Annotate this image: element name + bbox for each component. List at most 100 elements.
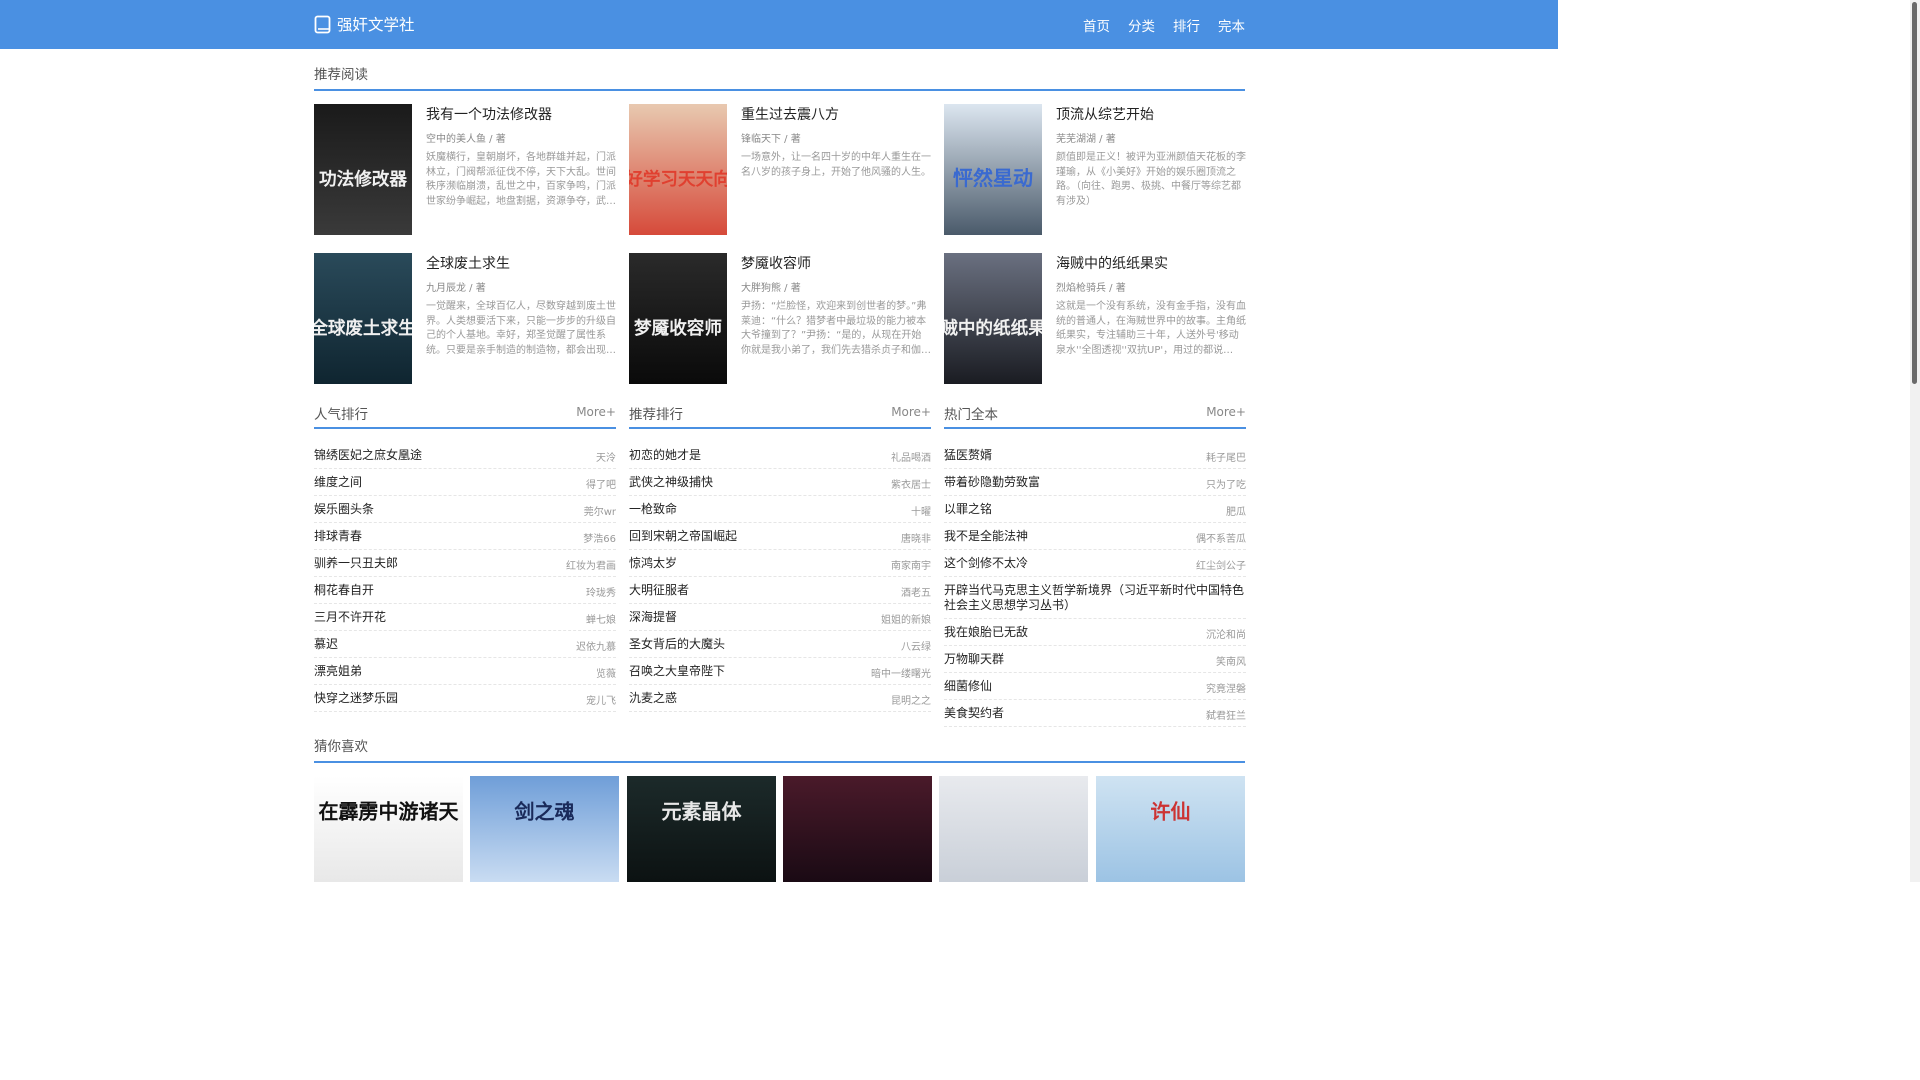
list-item[interactable]: 桐花春自开 玲珑秀 [314, 577, 616, 604]
list-item[interactable]: 回到宋朝之帝国崛起 唐晓非 [629, 523, 931, 550]
list-item[interactable]: 猛医赘婿 耗子尾巴 [944, 442, 1246, 469]
list-item-title[interactable]: 排球青春 [314, 529, 556, 544]
guess-book-cover[interactable] [783, 776, 932, 882]
list-item-title[interactable]: 武侠之神级捕快 [629, 475, 871, 490]
list-item-title[interactable]: 猛医赘婿 [944, 448, 1186, 463]
recommend-book-card[interactable]: 梦魇收容师 梦魇收容师 大胖狗熊 / 著尹扬：“烂脸怪，欢迎来到创世者的梦。”弗莱迪… [629, 253, 931, 385]
book-cover[interactable]: 好好学习天天向上 [629, 104, 727, 235]
book-title[interactable]: 梦魇收容师 [741, 253, 811, 273]
completed-more-link[interactable]: More+ [1206, 405, 1246, 419]
list-item[interactable]: 武侠之神级捕快 紫衣居士 [629, 469, 931, 496]
nav-category[interactable]: 分类 [1128, 15, 1155, 35]
list-item-title[interactable]: 我在娘胎已无敌 [944, 625, 1186, 640]
list-item-title[interactable]: 以罪之铭 [944, 502, 1186, 517]
list-item-title[interactable]: 三月不许开花 [314, 610, 556, 625]
book-cover[interactable]: 怦然星动 [944, 104, 1042, 235]
recommend-book-card[interactable]: 全球废土求生 全球废土求生 九月辰龙 / 著一觉醒来，全球百亿人，尽数穿越到废土世界… [314, 253, 616, 385]
list-item-title[interactable]: 开辟当代马克思主义哲学新境界（习近平新时代中国特色社会主义思想学习丛书） [944, 583, 1246, 613]
list-item-title[interactable]: 深海提督 [629, 610, 871, 625]
list-item-title[interactable]: 维度之间 [314, 475, 556, 490]
list-item[interactable]: 慕迟 迟依九慕 [314, 631, 616, 658]
list-item-title[interactable]: 召唤之大皇帝陛下 [629, 664, 871, 679]
scrollbar-thumb[interactable] [1912, 2, 1917, 384]
list-item[interactable]: 漂亮姐弟 览薇 [314, 658, 616, 685]
list-item[interactable]: 惊鸿太岁 南家南宇 [629, 550, 931, 577]
book-cover[interactable]: 海贼中的纸纸果实 [944, 253, 1042, 384]
page-scrollbar[interactable] [1910, 0, 1920, 882]
recommend-book-card[interactable]: 怦然星动 顶流从综艺开始 芜芜湖湖 / 著颜值即是正义！被评为亚洲颜值天花板的李瑾瑜… [944, 104, 1246, 236]
list-item[interactable]: 深海提督 姐姐的新娘 [629, 604, 931, 631]
site-brand[interactable]: 强奸文学社 [314, 13, 415, 35]
recommend-book-card[interactable]: 功法修改器 我有一个功法修改器 空中的美人鱼 / 著妖魔横行，皇朝崩坏，各地群雄并起… [314, 104, 616, 236]
list-item-title[interactable]: 快穿之迷梦乐园 [314, 691, 556, 706]
book-cover[interactable]: 梦魇收容师 [629, 253, 727, 384]
guess-book-cover[interactable]: 许仙 [1096, 776, 1245, 882]
list-item-title[interactable]: 氿麦之惑 [629, 691, 871, 706]
book-title[interactable]: 顶流从综艺开始 [1056, 104, 1154, 124]
list-item[interactable]: 这个剑修不太冷 红尘剑公子 [944, 550, 1246, 577]
book-cover[interactable]: 功法修改器 [314, 104, 412, 235]
list-item[interactable]: 锦绣医妃之庶女凰途 天泠 [314, 442, 616, 469]
list-item-title[interactable]: 大明征服者 [629, 583, 871, 598]
list-item[interactable]: 氿麦之惑 昆明之之 [629, 685, 931, 712]
nav-ranking[interactable]: 排行 [1173, 15, 1200, 35]
list-item-title[interactable]: 回到宋朝之帝国崛起 [629, 529, 871, 544]
list-item[interactable]: 我在娘胎已无敌 沉沦和尚 [944, 619, 1246, 646]
list-item-author: 八云绿 [901, 642, 931, 653]
book-title[interactable]: 海贼中的纸纸果实 [1056, 253, 1168, 273]
book-cover[interactable]: 全球废土求生 [314, 253, 412, 384]
list-item[interactable]: 召唤之大皇帝陛下 暗中一缕曙光 [629, 658, 931, 685]
book-title[interactable]: 全球废土求生 [426, 253, 510, 273]
list-item-author: 迟依九慕 [576, 642, 616, 653]
list-item-title[interactable]: 一枪致命 [629, 502, 871, 517]
list-item[interactable]: 带着砂隐勤劳致富 只为了吃 [944, 469, 1246, 496]
list-item[interactable]: 开辟当代马克思主义哲学新境界（习近平新时代中国特色社会主义思想学习丛书） [944, 577, 1246, 619]
list-item-title[interactable]: 锦绣医妃之庶女凰途 [314, 448, 556, 463]
list-item-author: 偶不系苦瓜 [1196, 534, 1246, 545]
guess-book-cover[interactable]: 剑之魂 [470, 776, 619, 882]
svg-text:剑之魂: 剑之魂 [514, 799, 575, 823]
list-item[interactable]: 大明征服者 酒老五 [629, 577, 931, 604]
book-title[interactable]: 重生过去震八方 [741, 104, 839, 124]
list-item[interactable]: 快穿之迷梦乐园 宠儿飞 [314, 685, 616, 712]
list-item[interactable]: 圣女背后的大魔头 八云绿 [629, 631, 931, 658]
list-item-title[interactable]: 带着砂隐勤劳致富 [944, 475, 1186, 490]
list-item[interactable]: 排球青春 梦浩66 [314, 523, 616, 550]
list-item-title[interactable]: 慕迟 [314, 637, 556, 652]
list-item-title[interactable]: 我不是全能法神 [944, 529, 1186, 544]
list-item[interactable]: 初恋的她才是 礼品喝酒 [629, 442, 931, 469]
list-item-title[interactable]: 美食契约者 [944, 706, 1186, 721]
list-item[interactable]: 三月不许开花 蝉七娘 [314, 604, 616, 631]
ranking-more-link[interactable]: More+ [891, 405, 931, 419]
svg-text:全球废土求生: 全球废土求生 [314, 318, 412, 339]
list-item[interactable]: 以罪之铭 肥瓜 [944, 496, 1246, 523]
list-item-title[interactable]: 驯养一只丑夫郎 [314, 556, 556, 571]
list-item-title[interactable]: 这个剑修不太冷 [944, 556, 1186, 571]
list-item[interactable]: 万物聊天群 笑南风 [944, 646, 1246, 673]
list-item[interactable]: 娱乐圈头条 莞尔wr [314, 496, 616, 523]
list-item[interactable]: 美食契约者 弑君狂兰 [944, 700, 1246, 727]
list-item-title[interactable]: 漂亮姐弟 [314, 664, 556, 679]
list-item[interactable]: 我不是全能法神 偶不系苦瓜 [944, 523, 1246, 550]
nav-completed[interactable]: 完本 [1218, 15, 1245, 35]
list-item-title[interactable]: 圣女背后的大魔头 [629, 637, 871, 652]
book-title[interactable]: 我有一个功法修改器 [426, 104, 552, 124]
recommend-book-card[interactable]: 好好学习天天向上 重生过去震八方锋临天下 / 著一场意外，让一名四十岁的中年人重生… [629, 104, 931, 236]
list-item[interactable]: 驯养一只丑夫郎 红妆为君画 [314, 550, 616, 577]
popular-more-link[interactable]: More+ [576, 405, 616, 419]
list-item-title[interactable]: 惊鸿太岁 [629, 556, 871, 571]
list-item-title[interactable]: 万物聊天群 [944, 652, 1186, 667]
guess-book-cover[interactable] [939, 776, 1088, 882]
list-item-title[interactable]: 细菌修仙 [944, 679, 1186, 694]
nav-home[interactable]: 首页 [1083, 15, 1110, 35]
list-item-title[interactable]: 桐花春自开 [314, 583, 556, 598]
guess-book-cover[interactable]: 元素晶体 [627, 776, 776, 882]
list-item[interactable]: 维度之间 得了吧 [314, 469, 616, 496]
list-item[interactable]: 细菌修仙 究竟涅磐 [944, 673, 1246, 700]
recommend-book-card[interactable]: 海贼中的纸纸果实海贼中的纸纸果实烈焰枪骑兵 / 著这就是一个没有系统，没有金手指… [944, 253, 1246, 385]
list-item[interactable]: 一枪致命 十曜 [629, 496, 931, 523]
svg-text:好好学习天天向上: 好好学习天天向上 [629, 169, 727, 190]
list-item-title[interactable]: 娱乐圈头条 [314, 502, 556, 517]
list-item-title[interactable]: 初恋的她才是 [629, 448, 871, 463]
guess-book-cover[interactable]: 在霹雳中游诸天 [314, 776, 463, 882]
